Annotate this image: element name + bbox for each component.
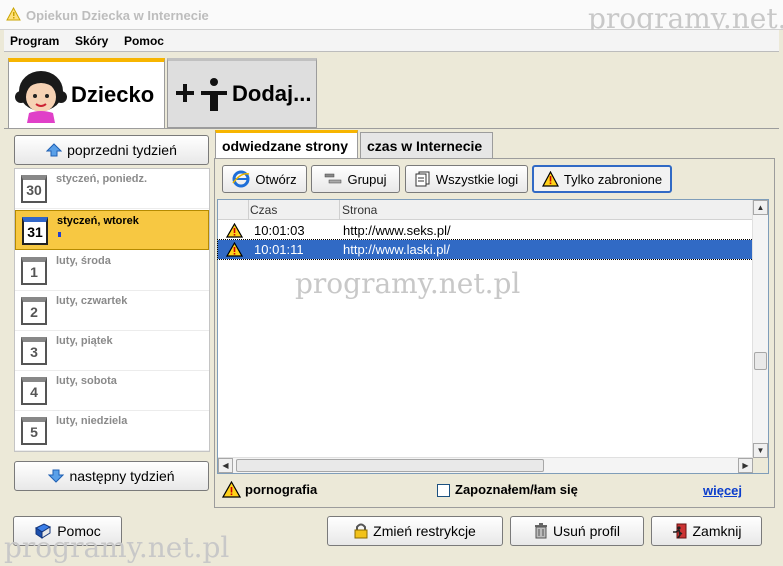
- calendar-icon: 1: [21, 257, 47, 285]
- scroll-down-button[interactable]: ▼: [753, 443, 768, 458]
- warning-icon: [222, 481, 241, 498]
- tab-internet-time[interactable]: czas w Internecie: [360, 132, 493, 158]
- window-title: Opiekun Dziecka w Internecie: [26, 8, 209, 23]
- column-page[interactable]: Strona: [342, 203, 377, 217]
- calendar-icon: 31: [22, 217, 48, 245]
- arrow-down-icon: [48, 469, 65, 483]
- day-item[interactable]: 3 luty, piątek: [15, 331, 209, 371]
- horizontal-scrollbar[interactable]: ◀ ▶: [218, 457, 753, 473]
- menu-bar: Program Skóry Pomoc: [4, 30, 779, 52]
- exit-door-icon: [673, 523, 687, 539]
- scroll-right-button[interactable]: ▶: [738, 458, 753, 473]
- day-item[interactable]: 2 luty, czwartek: [15, 291, 209, 331]
- watermark-bottom: programy.net.pl: [4, 531, 230, 564]
- vertical-scroll-thumb[interactable]: [754, 352, 767, 370]
- add-person-icon: [176, 78, 227, 111]
- warning-icon: [226, 223, 243, 238]
- delete-profile-button[interactable]: Usuń profil: [510, 516, 644, 546]
- lock-icon: [354, 523, 368, 539]
- vertical-scrollbar[interactable]: ▲ ▼: [752, 200, 768, 458]
- activity-marker: [58, 232, 61, 237]
- table-row[interactable]: 10:01:03 http://www.seks.pl/: [218, 221, 753, 240]
- day-item[interactable]: 30 styczeń, poniedz.: [15, 169, 209, 209]
- scroll-up-button[interactable]: ▲: [753, 200, 768, 215]
- only-forbidden-button[interactable]: Tylko zabronione: [532, 165, 672, 193]
- calendar-icon: 30: [21, 175, 47, 203]
- tab-child[interactable]: Dziecko: [8, 58, 165, 128]
- table-row-selected[interactable]: 10:01:11 http://www.laski.pl/: [217, 239, 754, 260]
- column-time[interactable]: Czas: [250, 203, 277, 217]
- warning-icon: [226, 242, 243, 257]
- tab-child-label: Dziecko: [71, 82, 155, 107]
- calendar-icon: 3: [21, 337, 47, 365]
- more-link[interactable]: więcej: [703, 483, 742, 498]
- day-item-selected[interactable]: 31 styczeń, wtorek: [15, 210, 209, 250]
- day-list: 30 styczeń, poniedz. 31 styczeń, wtorek …: [14, 168, 210, 452]
- menu-skins[interactable]: Skóry: [69, 30, 114, 48]
- menu-program[interactable]: Program: [4, 30, 65, 48]
- calendar-icon: 5: [21, 417, 47, 445]
- day-item[interactable]: 1 luty, środa: [15, 251, 209, 291]
- day-item[interactable]: 5 luty, niedziela: [15, 411, 209, 451]
- group-icon: [325, 173, 342, 184]
- day-item[interactable]: 4 luty, sobota: [15, 371, 209, 411]
- horizontal-scroll-thumb[interactable]: [236, 459, 544, 472]
- warning-icon: [541, 171, 559, 187]
- scroll-left-button[interactable]: ◀: [218, 458, 233, 473]
- close-button[interactable]: Zamknij: [651, 516, 762, 546]
- open-button[interactable]: Otwórz: [222, 165, 307, 193]
- previous-week-button[interactable]: poprzedni tydzień: [14, 135, 209, 165]
- tab-add[interactable]: Dodaj...: [167, 58, 317, 128]
- next-week-button[interactable]: następny tydzień: [14, 461, 209, 491]
- calendar-icon: 4: [21, 377, 47, 405]
- child-avatar-icon: [15, 71, 67, 123]
- acknowledged-label[interactable]: Zapoznałem/łam się: [455, 482, 578, 497]
- visited-pages-table: Czas Strona 10:01:03 http://www.seks.pl/…: [217, 199, 769, 474]
- watermark-center: programy.net.pl: [295, 267, 521, 300]
- table-header: Czas Strona: [218, 200, 753, 220]
- arrow-up-icon: [46, 143, 63, 157]
- scroll-corner: [753, 458, 768, 473]
- tab-add-label: Dodaj...: [232, 81, 312, 106]
- internet-explorer-icon: [232, 170, 250, 188]
- tab-visited-pages[interactable]: odwiedzane strony: [215, 130, 358, 158]
- category-label: pornografia: [245, 482, 318, 497]
- trash-icon: [535, 523, 548, 539]
- menu-help[interactable]: Pomoc: [118, 30, 170, 48]
- group-button[interactable]: Grupuj: [311, 165, 400, 193]
- logs-icon: [415, 171, 430, 187]
- all-logs-button[interactable]: Wszystkie logi: [405, 165, 528, 193]
- warning-icon: [6, 7, 21, 21]
- change-restrictions-button[interactable]: Zmień restrykcje: [327, 516, 503, 546]
- acknowledged-checkbox[interactable]: [437, 484, 450, 497]
- calendar-icon: 2: [21, 297, 47, 325]
